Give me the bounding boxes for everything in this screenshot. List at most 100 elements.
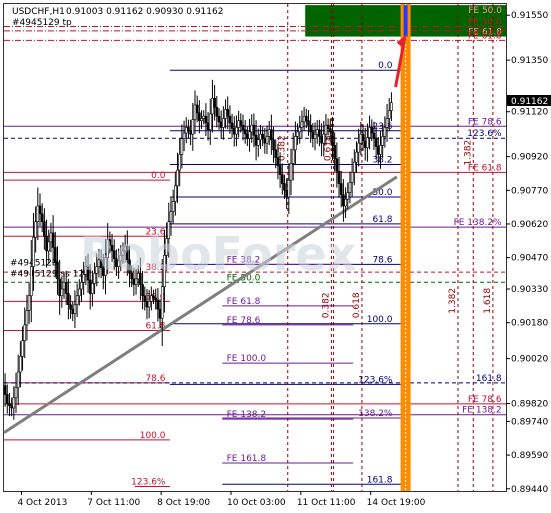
current-price: 0.91162 <box>511 97 548 107</box>
candle-body-81-0 <box>353 161 356 173</box>
candle-body-10-0 <box>43 221 46 237</box>
candle-body-3-0 <box>12 397 16 409</box>
candle-body-61-1 <box>267 129 271 137</box>
time-zone-label-4: 1.382 <box>463 140 473 166</box>
candle-body-87-1 <box>381 136 384 146</box>
candle-body-16-0 <box>69 304 72 310</box>
y-tick-label-9: 0.90020 <box>511 355 548 365</box>
candle-body-57-0 <box>248 131 251 139</box>
candle-body-79-1 <box>346 192 350 200</box>
level-label-34: 123.6% <box>131 478 166 488</box>
candle-body-89-1 <box>390 102 393 111</box>
candle-body-72-0 <box>313 133 317 139</box>
level-label-12: FE 138.2% <box>454 218 502 228</box>
candle-body-74-0 <box>322 133 326 144</box>
y-tick-label-12: 0.89590 <box>511 451 548 461</box>
level-label-24: 78.6 <box>145 374 165 384</box>
candle-body-70-0 <box>304 115 308 122</box>
candle-body-83-0 <box>361 133 365 142</box>
x-tick-label-4: 11 Oct 11:00 <box>297 498 356 508</box>
x-tick-label-3: 10 Oct 03:00 <box>227 498 286 508</box>
candle-body-70-1 <box>307 120 310 126</box>
candle-body-78-0 <box>339 183 343 196</box>
candle-body-47-1 <box>206 122 210 130</box>
candle-body-54-0 <box>235 127 238 135</box>
level-label-30: FE 138.2 <box>227 410 267 420</box>
candle-body-49-0 <box>213 97 216 108</box>
zone-marker-highlight <box>403 5 408 37</box>
candle-body-5-0 <box>21 340 24 357</box>
time-zone-label-2: 0.382 <box>321 292 331 318</box>
candle-body-87-0 <box>379 145 382 155</box>
y-tick-label-0: 0.91550 <box>511 11 548 21</box>
candle-body-84-0 <box>366 137 369 148</box>
y-tick-label-13: 0.89440 <box>511 485 548 495</box>
candle-body-84-1 <box>368 127 371 138</box>
candle-body-9-0 <box>38 205 42 215</box>
candle-body-53-0 <box>230 122 234 129</box>
candle-body-40-1 <box>176 169 179 187</box>
candle-body-4-1 <box>19 356 22 373</box>
candle-body-33-0 <box>143 295 147 302</box>
watermark: RoboForex <box>80 227 356 281</box>
level-label-25: 161.8 <box>476 374 502 384</box>
y-tick-label-6: 0.90470 <box>511 254 548 264</box>
candle-body-15-1 <box>67 293 70 306</box>
candle-body-86-0 <box>374 138 378 147</box>
time-zone-label-0: 0.382 <box>278 135 288 161</box>
level-label-6: 123.6% <box>467 129 502 139</box>
candle-body-2-0 <box>8 403 11 407</box>
candle-body-77-1 <box>337 170 341 184</box>
candle-body-89-0 <box>387 110 391 119</box>
candle-body-80-0 <box>348 182 352 193</box>
level-label-33: 161.8 <box>367 475 393 485</box>
candle-body-76-0 <box>331 131 334 146</box>
candle-body-40-0 <box>174 185 177 202</box>
candle-body-62-1 <box>272 139 275 151</box>
candle-body-11-0 <box>47 241 51 252</box>
y-tick-label-11: 0.89740 <box>511 417 548 427</box>
y-tick-label-2: 0.91120 <box>511 108 548 118</box>
candle-body-3-1 <box>14 387 18 399</box>
x-tick-label-5: 14 Oct 19:00 <box>367 498 426 508</box>
candlestick-chart[interactable]: FE 50.0FE 61.8 FE 50.0FE 61.80.023.6FE 7… <box>0 0 551 513</box>
candle-body-37-0 <box>160 286 164 319</box>
candle-body-14-0 <box>60 288 64 297</box>
candle-body-32-1 <box>141 284 144 297</box>
candle-body-42-1 <box>184 127 188 134</box>
candle-body-49-1 <box>215 106 219 117</box>
candle-body-59-0 <box>256 139 260 146</box>
candle-body-7-0 <box>29 266 33 297</box>
candle-body-6-1 <box>27 295 31 311</box>
candle-body-8-1 <box>36 205 40 222</box>
candle-body-7-1 <box>32 237 35 267</box>
candle-body-6-0 <box>25 310 29 326</box>
candle-body-65-1 <box>285 189 288 198</box>
candle-body-50-0 <box>217 115 221 123</box>
candle-body-79-0 <box>344 198 347 207</box>
candle-body-51-0 <box>222 118 225 128</box>
candle-body-82-1 <box>359 133 363 144</box>
candle-body-63-1 <box>276 157 280 166</box>
candle-body-62-0 <box>270 129 273 141</box>
level-label-28: FE 138.2 <box>462 406 502 416</box>
candle-body-35-1 <box>154 297 157 301</box>
x-tick-label-2: 8 Oct 19:00 <box>157 498 210 508</box>
candle-body-68-0 <box>296 131 299 137</box>
y-tick-label-5: 0.90620 <box>511 220 548 230</box>
level-label-11: 61.8 <box>372 215 392 225</box>
candle-body-52-0 <box>226 109 230 117</box>
candle-body-72-1 <box>315 129 319 135</box>
candle-body-58-1 <box>254 134 258 146</box>
candle-body-88-0 <box>383 127 387 137</box>
level-label-31: 100.0 <box>140 431 166 441</box>
candle-body-21-0 <box>91 283 94 294</box>
candle-body-85-0 <box>370 127 374 134</box>
candle-body-80-1 <box>350 172 354 183</box>
y-tick-label-7: 0.90330 <box>511 285 548 295</box>
candle-body-41-0 <box>178 154 181 171</box>
candle-body-60-1 <box>263 138 267 144</box>
candle-body-51-1 <box>224 109 227 119</box>
candle-body-15-0 <box>64 281 68 294</box>
y-tick-label-1: 0.91350 <box>511 56 548 66</box>
